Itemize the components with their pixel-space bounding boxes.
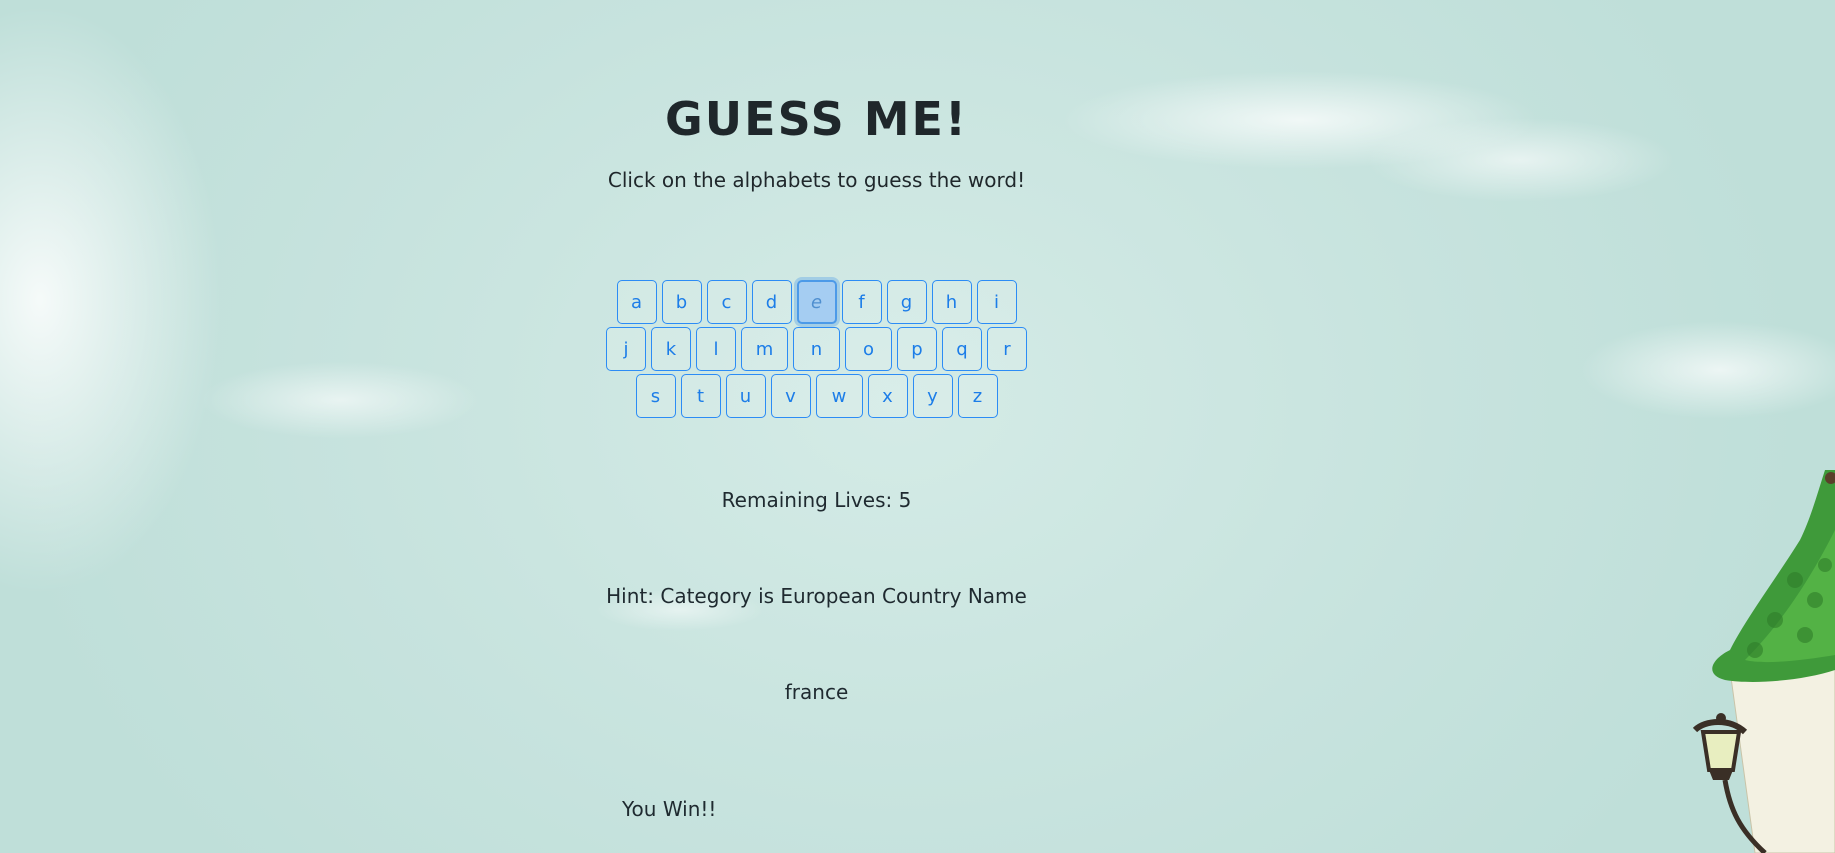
page-title: GUESS ME!	[665, 92, 968, 146]
letter-key-c[interactable]: c	[706, 280, 747, 324]
letter-key-g[interactable]: g	[886, 280, 927, 324]
letter-key-u[interactable]: u	[725, 374, 766, 418]
letter-key-t[interactable]: t	[680, 374, 721, 418]
letter-key-m[interactable]: m	[741, 327, 788, 371]
letter-key-z[interactable]: z	[957, 374, 998, 418]
letter-key-y[interactable]: y	[912, 374, 953, 418]
letter-key-e[interactable]: e	[796, 280, 837, 324]
letter-key-w[interactable]: w	[815, 374, 863, 418]
letter-key-r[interactable]: r	[987, 327, 1027, 371]
letter-key-n[interactable]: n	[793, 327, 840, 371]
letter-key-a[interactable]: a	[616, 280, 657, 324]
instructions-text: Click on the alphabets to guess the word…	[607, 168, 1026, 192]
letter-key-p[interactable]: p	[897, 327, 937, 371]
game-screen: GUESS ME! Click on the alphabets to gues…	[0, 0, 1835, 853]
letter-key-x[interactable]: x	[867, 374, 908, 418]
letter-key-i[interactable]: i	[976, 280, 1017, 324]
house-with-lamp-icon	[1692, 470, 1835, 853]
letter-key-q[interactable]: q	[942, 327, 982, 371]
letter-key-f[interactable]: f	[841, 280, 882, 324]
letter-key-k[interactable]: k	[651, 327, 691, 371]
remaining-lives: Remaining Lives: 5	[721, 488, 912, 512]
keyboard-row-1: a b c d e f g h i	[0, 280, 1633, 325]
letter-key-j[interactable]: j	[606, 327, 646, 371]
letter-key-v[interactable]: v	[770, 374, 811, 418]
letter-key-h[interactable]: h	[931, 280, 972, 324]
letter-key-l[interactable]: l	[696, 327, 736, 371]
result-message: You Win!!	[622, 797, 717, 821]
letter-key-b[interactable]: b	[661, 280, 702, 324]
keyboard-row-2: j k l m n o p q r	[0, 327, 1633, 372]
guessed-word: france	[784, 680, 849, 704]
keyboard-row-3: s t u v w x y z	[0, 374, 1633, 419]
letter-key-s[interactable]: s	[635, 374, 676, 418]
letter-key-d[interactable]: d	[751, 280, 792, 324]
letter-key-o[interactable]: o	[845, 327, 892, 371]
hint-text: Hint: Category is European Country Name	[606, 584, 1027, 608]
alphabet-keyboard: a b c d e f g h i j k l m n o p q r s t …	[0, 280, 1633, 421]
